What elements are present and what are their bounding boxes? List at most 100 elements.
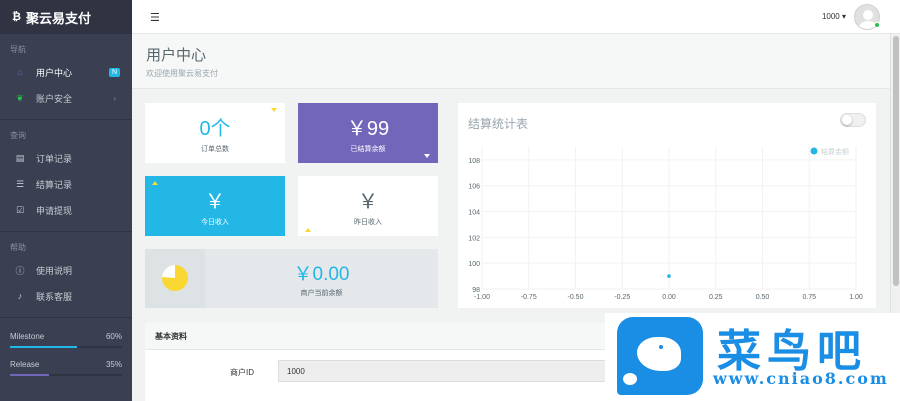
home-icon: ⌂ [17, 67, 23, 77]
progress-percent: 35% [105, 360, 122, 369]
leaf-icon: ❦ [16, 92, 24, 103]
sidebar-item-label: 申请提现 [36, 205, 73, 216]
brand[interactable]: ₿ 聚云易支付 [0, 0, 132, 34]
x-tick-label: -1.00 [474, 294, 490, 301]
sidebar-item-label: 订单记录 [36, 153, 73, 164]
sidebar-item-withdraw[interactable]: ☑ 申请提现 [0, 197, 132, 223]
bell-icon: ♪ [17, 291, 23, 301]
x-tick-label: 0.25 [709, 294, 723, 301]
online-status-dot [874, 22, 880, 28]
y-tick-label: 104 [468, 210, 480, 217]
y-tick-label: 98 [472, 287, 480, 294]
progress-label: Release [10, 360, 40, 369]
stat-value: ￥ [205, 191, 225, 213]
balance-label: 商户当前余额 [300, 290, 343, 297]
progress-bar [10, 374, 122, 376]
info-icon: ⓘ [15, 265, 25, 276]
stat-card-today[interactable]: ￥ 今日收入 [145, 176, 285, 236]
document-icon: ▤ [15, 152, 25, 163]
x-tick-label: -0.50 [568, 294, 584, 301]
menu-icon[interactable]: ☰ [150, 11, 160, 24]
stat-value: ￥99 [346, 118, 390, 140]
nav-heading: 帮助 [10, 243, 26, 252]
toggle-knob [842, 115, 852, 125]
balance-icon-box [145, 249, 205, 308]
corner-marker [424, 154, 430, 158]
nav-section-query: 查询 ▤ 订单记录 ☰ 结算记录 ☑ 申请提现 [0, 120, 132, 223]
user-id: 1000 [821, 12, 840, 21]
legend-label: 结算金额 [821, 147, 849, 156]
bird-logo-icon [617, 317, 703, 395]
chevron-down-icon: ▾ [841, 12, 846, 21]
user-dropdown[interactable]: 1000 ▾ [822, 12, 846, 21]
corner-marker [305, 228, 311, 232]
x-tick-label: 0.50 [756, 294, 770, 301]
x-tick-label: 0.75 [802, 294, 816, 301]
sidebar-item-orders[interactable]: ▤ 订单记录 [0, 145, 132, 171]
sidebar-item-label: 结算记录 [36, 179, 73, 190]
sidebar-item-account-security[interactable]: ❦ 账户安全 › [0, 85, 132, 111]
progress-bar [10, 346, 122, 348]
sidebar-item-label: 账户安全 [36, 93, 73, 104]
balance-card[interactable]: ￥0.00 商户当前余额 [145, 249, 438, 308]
page-header: 用户中心 欢迎使用聚云易支付 [132, 34, 890, 89]
bitcoin-icon: ₿ [12, 11, 21, 23]
balance-value: ￥0.00 [293, 264, 350, 285]
balance-content: ￥0.00 商户当前余额 [205, 249, 438, 308]
chevron-right-icon: › [113, 93, 116, 103]
progress-fill [10, 346, 78, 348]
corner-marker [271, 108, 277, 112]
settlement-chart: 98 100 102 104 106 108 -1.00 -0.75 -0.50 -0.25 0.0… [468, 147, 863, 301]
divider [0, 317, 132, 318]
sidebar-item-instructions[interactable]: ⓘ 使用说明 [0, 257, 132, 283]
progress-release: Release 35% [0, 360, 132, 376]
stat-card-settled[interactable]: ￥99 已结算余额 [298, 103, 438, 163]
y-tick-label: 106 [468, 184, 480, 191]
y-tick-label: 102 [468, 235, 480, 242]
progress-percent: 60% [105, 332, 122, 341]
brand-name: 聚云易支付 [25, 10, 91, 26]
corner-marker [152, 181, 158, 185]
sidebar-item-settlements[interactable]: ☰ 结算记录 [0, 171, 132, 197]
bird-body [637, 337, 681, 371]
progress-fill [10, 374, 50, 376]
stat-label: 昨日收入 [354, 219, 382, 226]
y-tick-label: 100 [468, 261, 480, 268]
nav-section-navigation: 导航 ⌂ 用户中心 N ❦ 账户安全 › [0, 34, 132, 111]
stat-card-yesterday[interactable]: ￥ 昨日收入 [298, 176, 438, 236]
chart-title: 结算统计表 [468, 117, 529, 131]
top-header: ☰ 1000 ▾ [132, 0, 900, 34]
stat-value: ￥ [358, 191, 378, 213]
nav-heading: 查询 [10, 131, 26, 140]
stat-label: 今日收入 [201, 219, 229, 226]
checkbox-icon: ☑ [15, 204, 25, 215]
sidebar-item-user-center[interactable]: ⌂ 用户中心 N [0, 59, 132, 85]
x-tick-label: 1.00 [849, 294, 863, 301]
sidebar-item-support[interactable]: ♪ 联系客服 [0, 283, 132, 309]
stat-label: 已结算余额 [350, 146, 386, 153]
list-icon: ☰ [15, 178, 25, 189]
y-tick-label: 108 [468, 158, 480, 165]
x-tick-label: -0.75 [521, 294, 537, 301]
sidebar-item-label: 联系客服 [36, 291, 73, 302]
pie-icon [162, 264, 188, 291]
scrollbar-thumb[interactable] [893, 36, 899, 286]
sidebar-item-label: 用户中心 [36, 67, 73, 78]
stat-value: 0个 [199, 118, 231, 140]
chart-toggle[interactable] [840, 113, 866, 127]
new-badge: N [108, 67, 120, 77]
nav-heading: 导航 [10, 45, 26, 54]
sidebar-item-label: 使用说明 [36, 265, 73, 276]
x-tick-label: 0.00 [662, 294, 676, 301]
nav-section-help: 帮助 ⓘ 使用说明 ♪ 联系客服 [0, 232, 132, 309]
legend-marker [810, 147, 818, 155]
page-subtitle: 欢迎使用聚云易支付 [146, 69, 218, 78]
settlement-chart-panel: 98 100 102 104 106 108 -1.00 -0.75 -0.50 -0.25 0.0… [458, 103, 876, 308]
merchant-id-label: 商户ID [230, 368, 254, 377]
stat-card-orders[interactable]: 0个 订单总数 [145, 103, 285, 163]
bird-tail [623, 373, 637, 385]
sidebar: ₿ 聚云易支付 导航 ⌂ 用户中心 N ❦ 账户安全 › 查询 ▤ 订单记录 ☰… [0, 0, 132, 401]
page-title: 用户中心 [146, 47, 207, 64]
watermark-url: www.cniao8.com [713, 369, 889, 388]
progress-milestone: Milestone 60% [0, 332, 132, 348]
